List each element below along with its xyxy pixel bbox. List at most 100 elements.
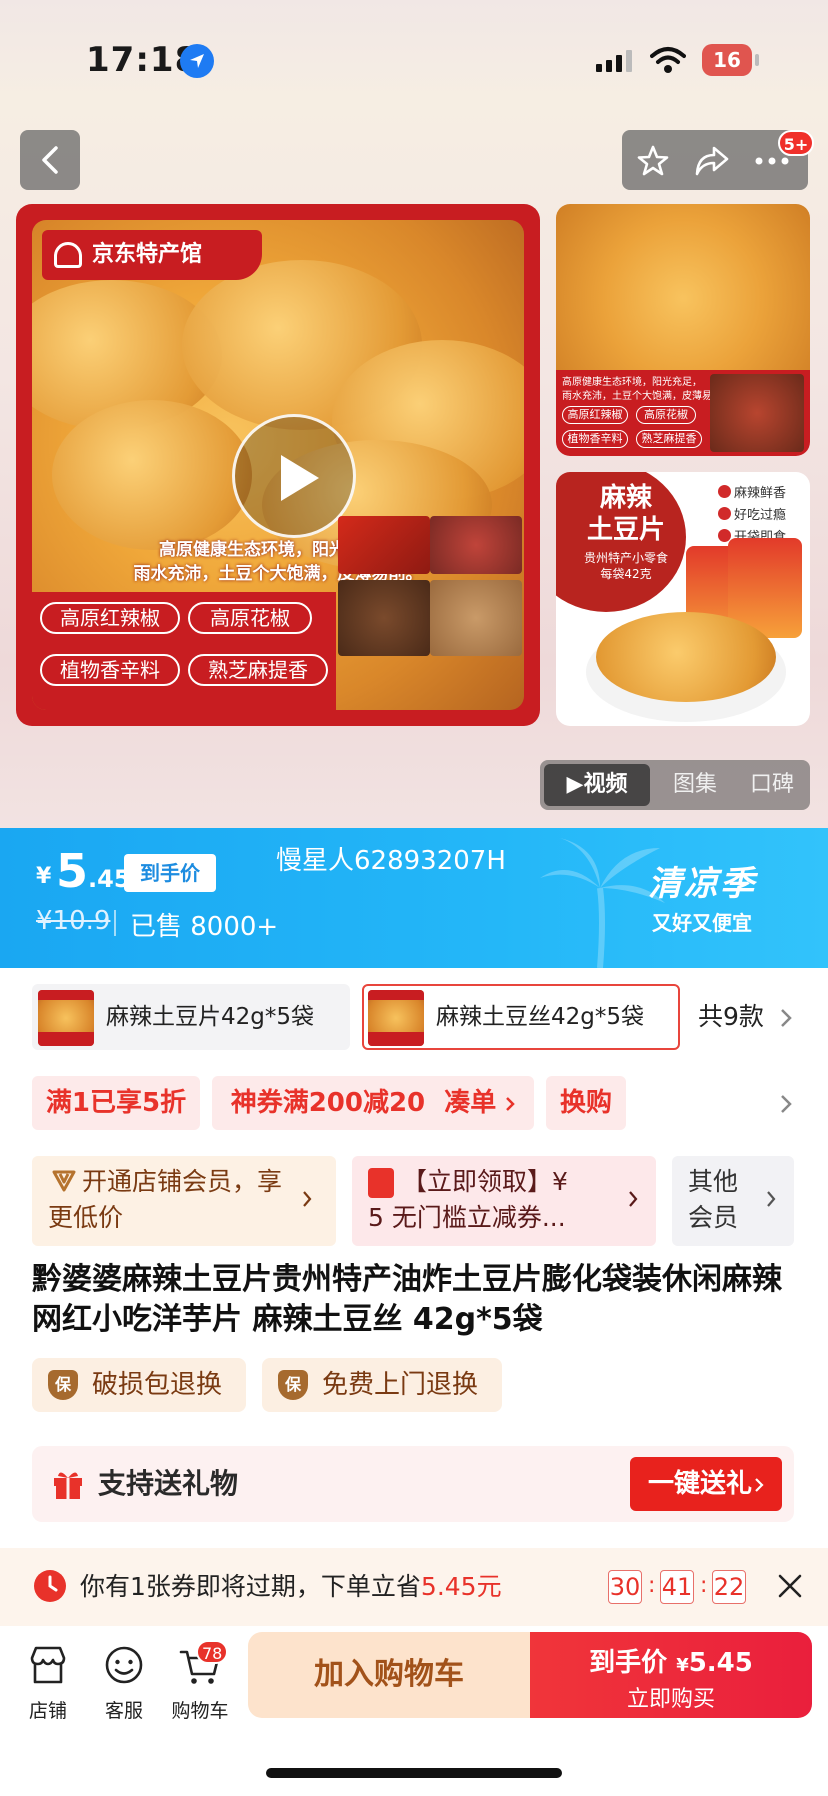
other-member-card[interactable]: 其他 会员 <box>672 1156 794 1246</box>
final-price-tag: 到手价 <box>124 854 216 892</box>
chips-image <box>596 612 776 702</box>
chevron-right-icon <box>781 1009 792 1027</box>
clock-icon <box>34 1570 66 1602</box>
shield-icon: 保 <box>278 1370 308 1400</box>
buy-now-button[interactable]: 到手价 ¥5.45 立即购买 <box>530 1632 812 1718</box>
original-price: ¥10.9 <box>36 906 111 936</box>
chevron-right-icon <box>755 1478 764 1492</box>
coupon-expiry-notice[interactable]: 你有1张券即将过期，下单立省5.45元 30 : 41 : 22 <box>0 1548 828 1626</box>
battery-level: 16 <box>702 44 752 76</box>
main-photo: 京东特产馆 高原健康生态环境，阳光充足， 雨水充沛，土豆个大饱满，皮薄易削。 高… <box>32 220 524 710</box>
notice-amount: 5.45元 <box>420 1572 502 1601</box>
send-gift-button[interactable]: 一键送礼 <box>630 1457 782 1511</box>
segment-reviews[interactable]: 口碑 <box>734 760 810 810</box>
check-icon <box>718 507 731 520</box>
guarantee-label: 免费上门退换 <box>322 1370 479 1400</box>
coupon-card[interactable]: 【立即领取】¥ 5 无门槛立减券... <box>352 1156 656 1246</box>
coupon-promo[interactable]: 神券满200减20 凑单 <box>212 1076 534 1130</box>
signal-icon <box>596 50 632 72</box>
battery-cap <box>755 54 759 66</box>
message-badge: 5+ <box>778 130 814 156</box>
check-icon <box>718 485 731 498</box>
price-integer: 5 <box>56 844 89 898</box>
guarantee-pickup[interactable]: 保 免费上门退换 <box>262 1358 502 1412</box>
thumbnail-tag: 高原红辣椒 <box>562 406 628 424</box>
other-member-line: 其他 <box>688 1167 739 1196</box>
back-button[interactable] <box>20 130 80 190</box>
sku-thumbnail <box>368 990 424 1046</box>
feature-label: 麻辣鲜香 <box>734 486 787 501</box>
gallery-thumbnail-1[interactable]: 高原健康生态环境，阳光充足， 雨水充沛，土豆个大饱满，皮薄易削。 高原红辣椒 高… <box>556 204 810 456</box>
username-watermark: 慢星人62893207H <box>276 846 506 876</box>
thumbnail-title-line: 土豆片 <box>586 515 665 545</box>
cart-count-badge: 78 <box>196 1640 229 1664</box>
chevron-right-icon[interactable] <box>780 1094 792 1114</box>
gallery-thumbnail-2[interactable]: 麻辣 土豆片 贵州特产小零食 每袋42克 麻辣鲜香 好吃过瘾 开袋即食 <box>556 472 810 726</box>
share-icon[interactable] <box>694 144 730 178</box>
brand-label: 京东特产馆 <box>42 230 262 280</box>
thumbnail-subtitle-line: 贵州特产小零食 <box>583 551 668 565</box>
buy-price-line: 到手价 ¥5.45 <box>530 1642 812 1679</box>
tab-service[interactable]: 客服 <box>86 1644 162 1723</box>
coupon-desc: 5 无门槛立减券... <box>368 1203 566 1232</box>
price-banner: ¥ 5.45 到手价 ¥10.9 已售 8000+ 慢星人62893207H 清… <box>0 828 828 968</box>
back-icon <box>42 146 58 174</box>
chevron-right-icon <box>303 1191 312 1207</box>
thumbnail-tag: 植物香辛料 <box>562 430 628 448</box>
thumbnail-photo <box>556 204 810 376</box>
chevron-right-icon <box>506 1097 516 1111</box>
gift-section: 支持送礼物 一键送礼 <box>32 1446 794 1522</box>
sku-option-chips[interactable]: 麻辣土豆片42g*5袋 <box>32 984 350 1050</box>
feature-label: 好吃过瘾 <box>734 508 787 523</box>
sku-label: 麻辣土豆片42g*5袋 <box>106 1004 314 1030</box>
buy-price-value: 5.45 <box>688 1648 753 1678</box>
add-items-link: 凑单 <box>444 1088 497 1118</box>
buy-price-prefix: 到手价 <box>589 1648 668 1678</box>
star-icon[interactable] <box>636 144 670 178</box>
sku-count: 共9款 <box>698 1002 764 1031</box>
divider <box>114 910 116 936</box>
segment-gallery[interactable]: 图集 <box>656 760 734 810</box>
buy-now-label: 立即购买 <box>626 1687 715 1712</box>
spices-image <box>710 374 804 452</box>
tab-label: 客服 <box>104 1700 143 1722</box>
product-gallery: 17:18 16 5+ 京东特产馆 高原健康生态环境，阳光充足， 雨水充沛，土豆… <box>0 0 828 828</box>
feature-check: 好吃过瘾 <box>718 504 786 523</box>
pepper-image <box>430 516 522 574</box>
main-product-image[interactable]: 京东特产馆 高原健康生态环境，阳光充足， 雨水充沛，土豆个大饱满，皮薄易削。 高… <box>16 204 540 726</box>
guarantee-damage[interactable]: 保 破损包退换 <box>32 1358 246 1412</box>
season-subtitle: 又好又便宜 <box>652 911 752 935</box>
coupon-promo-label: 神券满200减20 <box>230 1088 426 1118</box>
store-member-card[interactable]: 开通店铺会员，享更低价 <box>32 1156 336 1246</box>
thumbnail-tag: 熟芝麻提香 <box>636 430 702 448</box>
close-icon[interactable] <box>776 1572 804 1600</box>
countdown-separator: : <box>648 1573 656 1598</box>
product-info: 麻辣土豆片42g*5袋 麻辣土豆丝42g*5袋 共9款 满1已享5折 神券满20… <box>0 968 828 1548</box>
thumbnail-tag: 高原花椒 <box>636 406 696 424</box>
home-indicator <box>266 1768 562 1778</box>
other-member-line: 会员 <box>688 1203 739 1232</box>
guarantee-label: 破损包退换 <box>92 1370 223 1400</box>
brand-name: 京东特产馆 <box>92 242 203 267</box>
segment-video[interactable]: ▶视频 <box>544 764 650 806</box>
discount-badge[interactable]: 满1已享5折 <box>32 1076 200 1130</box>
feature-check: 麻辣鲜香 <box>718 482 786 501</box>
more-icon[interactable] <box>754 156 790 166</box>
thumbnail-title-line: 麻辣 <box>599 483 652 513</box>
service-icon <box>105 1646 143 1684</box>
tab-store[interactable]: 店铺 <box>10 1644 86 1723</box>
ingredient-tag: 高原红辣椒 <box>40 602 180 634</box>
all-sku-link[interactable]: 共9款 <box>698 984 764 1050</box>
shield-icon: 保 <box>48 1370 78 1400</box>
ingredient-tag: 高原花椒 <box>188 602 312 634</box>
send-gift-label: 一键送礼 <box>647 1469 752 1499</box>
add-to-cart-button[interactable]: 加入购物车 <box>248 1632 530 1718</box>
sku-option-strips[interactable]: 麻辣土豆丝42g*5袋 <box>362 984 680 1050</box>
chip <box>52 400 252 550</box>
member-label: 开通店铺会员，享更低价 <box>48 1167 283 1232</box>
countdown-hours: 30 <box>608 1570 642 1604</box>
exchange-purchase[interactable]: 换购 <box>546 1076 626 1130</box>
price-currency: ¥ <box>36 864 52 889</box>
spices-image <box>338 580 430 656</box>
location-arrow-icon <box>180 44 214 78</box>
